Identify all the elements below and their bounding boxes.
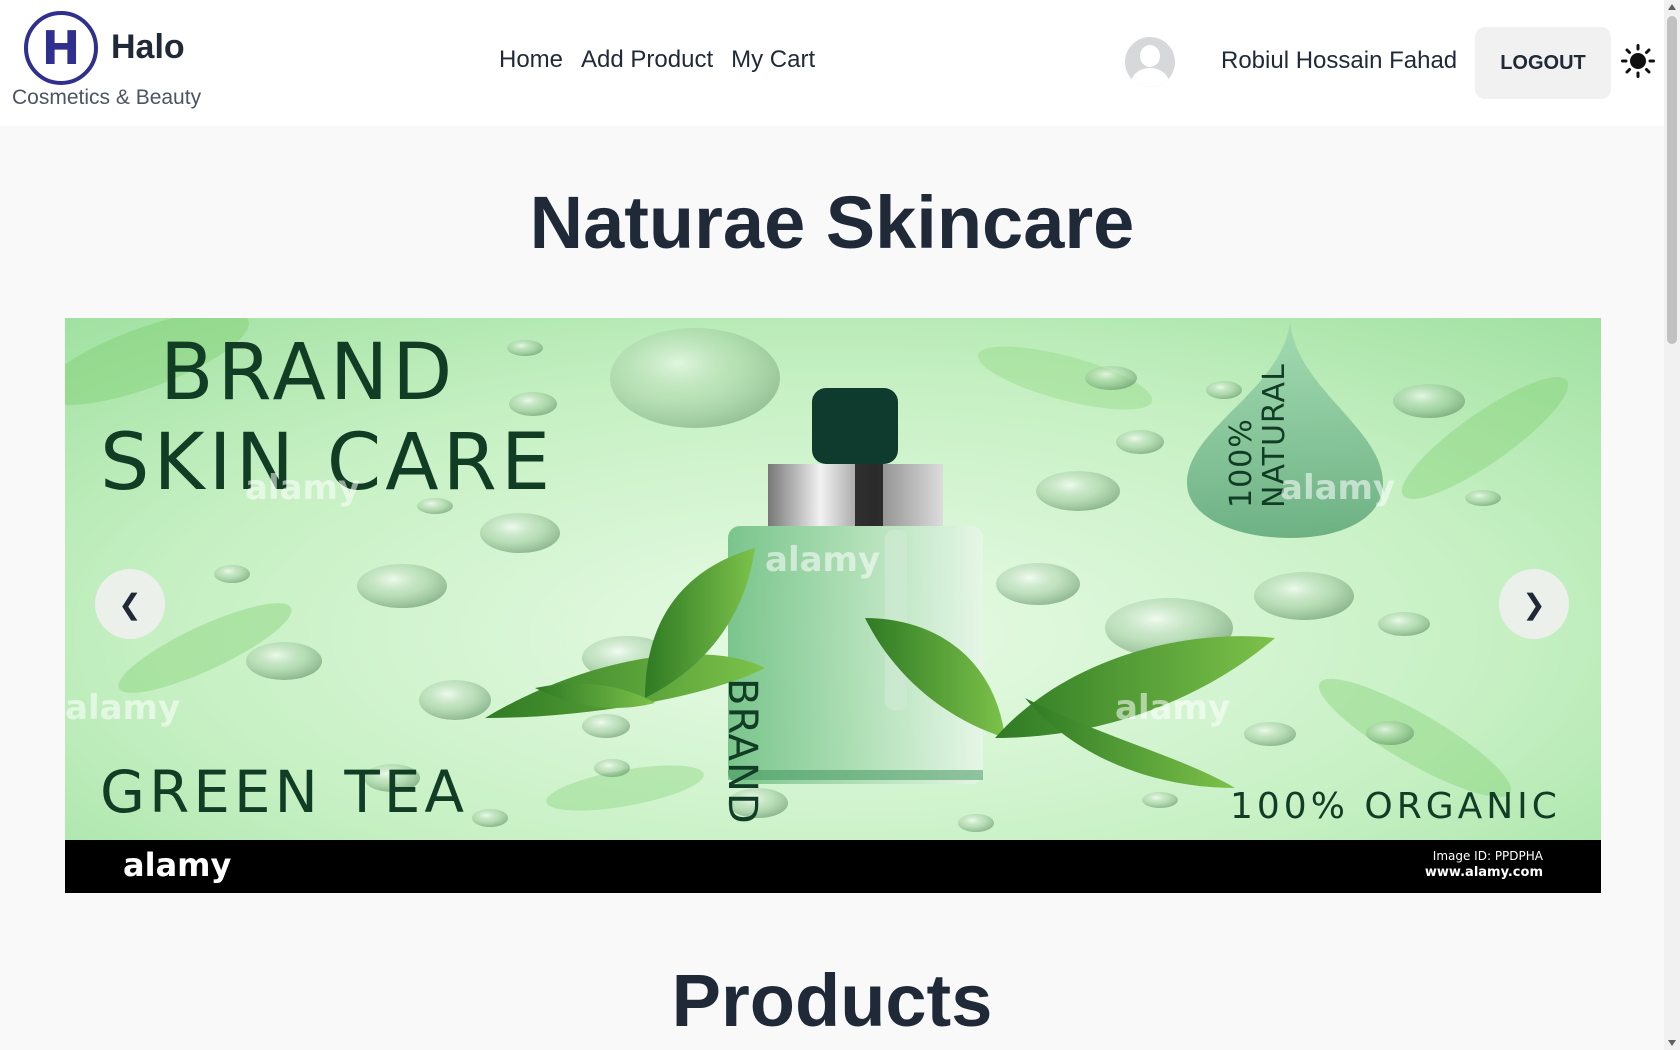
watermark: alamy — [65, 688, 181, 728]
hero-carousel: BRAND SKIN CARE GREEN TEA 100% ORGANIC 1… — [65, 318, 1601, 893]
nav-link-add-product[interactable]: Add Product — [572, 46, 722, 74]
carousel-next-button[interactable]: ❯ — [1499, 569, 1569, 639]
page-scrollbar[interactable] — [1664, 0, 1680, 1050]
brand-name[interactable]: Halo — [111, 28, 185, 67]
navbar: H Halo Cosmetics & Beauty Home Add Produ… — [0, 0, 1664, 126]
user-name: Robiul Hossain Fahad — [1221, 47, 1458, 74]
brand-tagline: Cosmetics & Beauty — [12, 86, 202, 109]
nav-link-home[interactable]: Home — [490, 46, 572, 74]
carousel-prev-button[interactable]: ❮ — [95, 569, 165, 639]
sun-icon[interactable] — [1621, 44, 1655, 78]
avatar-head — [1140, 45, 1160, 67]
scroll-up-arrow-icon[interactable] — [1668, 4, 1676, 10]
watermark: alamy — [1115, 688, 1231, 728]
page-title: Naturae Skincare — [529, 181, 1135, 264]
nav-link-my-cart[interactable]: My Cart — [722, 46, 824, 74]
user-avatar-icon[interactable] — [1125, 37, 1175, 87]
slide-heading-brand: BRAND — [160, 328, 457, 418]
main-nav: Home Add Product My Cart — [490, 46, 824, 74]
logout-button[interactable]: LOGOUT — [1475, 27, 1611, 99]
logo-letter: H — [41, 21, 81, 75]
watermark: alamy — [765, 540, 881, 580]
credit-info: Image ID: PPDPHA www.alamy.com — [1425, 849, 1543, 881]
logo-icon[interactable]: H — [24, 11, 98, 85]
image-credit-bar: alamy Image ID: PPDPHA www.alamy.com — [65, 840, 1601, 893]
credit-image-id: Image ID: PPDPHA — [1432, 849, 1543, 863]
credit-url: www.alamy.com — [1424, 864, 1543, 880]
credit-logo: alamy — [123, 846, 232, 884]
products-heading: Products — [671, 959, 993, 1042]
slide-bottle-label: BRAND — [719, 678, 765, 825]
scroll-down-arrow-icon[interactable] — [1668, 1040, 1676, 1046]
slide-heading-greentea: GREEN TEA — [100, 758, 469, 826]
watermark: alamy — [245, 468, 361, 508]
scroll-thumb[interactable] — [1667, 16, 1677, 344]
slide-badge-organic: 100% ORGANIC — [1230, 786, 1561, 827]
watermark: alamy — [1280, 468, 1396, 508]
avatar-shoulders — [1131, 68, 1169, 87]
slide-drop-text-percent: 100% — [1224, 418, 1259, 508]
